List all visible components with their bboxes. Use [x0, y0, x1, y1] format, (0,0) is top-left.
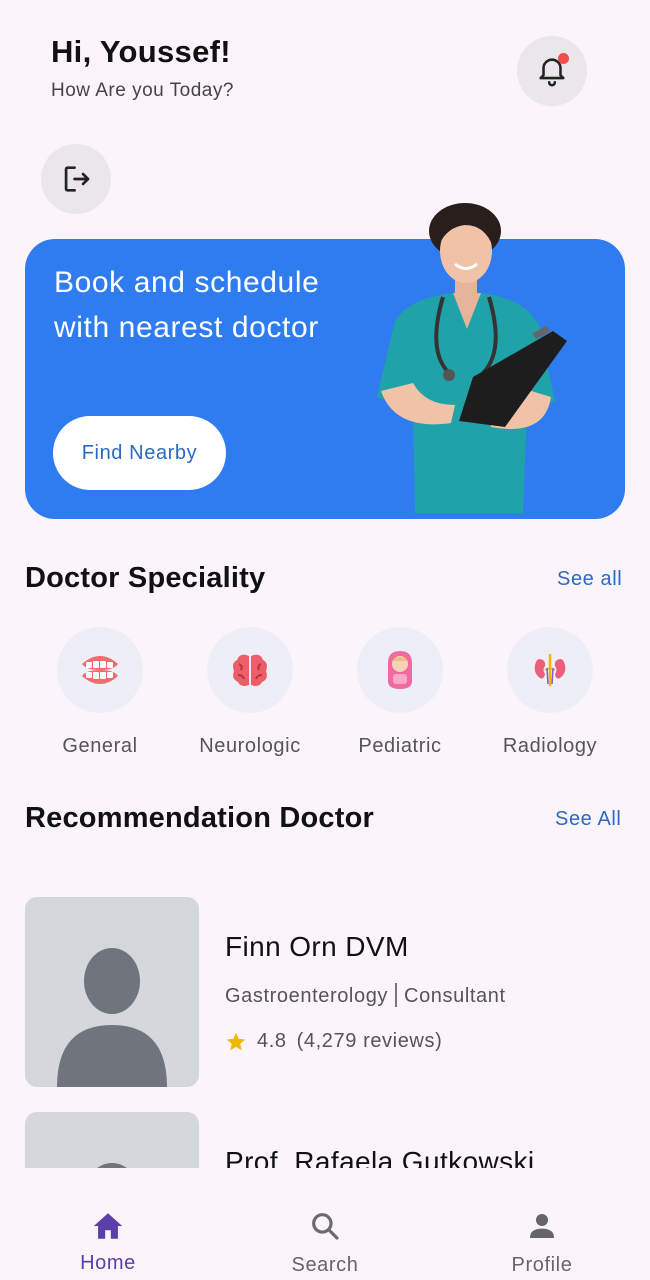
baby-icon — [388, 651, 412, 689]
person-icon — [530, 1214, 554, 1238]
speciality-label: General — [62, 735, 138, 757]
bottom-navigation: Home Search Profile — [0, 1188, 650, 1280]
nav-label: Search — [291, 1254, 359, 1276]
notification-dot — [558, 53, 569, 64]
speciality-title: Doctor Speciality — [25, 562, 266, 594]
doctor-role: Consultant — [404, 985, 506, 1007]
home-icon — [93, 1213, 123, 1239]
recommendation-see-all-link[interactable]: See All — [555, 808, 621, 831]
doctor-name: Finn Orn DVM — [225, 931, 409, 962]
greeting-subtitle: How Are you Today? — [51, 80, 234, 101]
kidney-icon — [534, 654, 566, 686]
logout-icon — [64, 166, 90, 192]
star-icon — [226, 1032, 246, 1050]
doctor-meta: Gastroenterology Consultant — [225, 983, 506, 1008]
nav-label: Profile — [511, 1254, 573, 1276]
nav-item-home[interactable]: Home — [38, 1188, 178, 1275]
nav-item-search[interactable]: Search — [255, 1188, 395, 1277]
doctor-rating: 4.8 (4,279 reviews) — [225, 1030, 442, 1053]
doctor-name: Prof. Rafaela Gutkowski — [225, 1146, 535, 1168]
recommendation-title: Recommendation Doctor — [25, 802, 375, 834]
speciality-label: Neurologic — [199, 735, 301, 757]
person-placeholder-icon — [57, 948, 167, 1087]
speciality-item-radiology[interactable]: Radiology — [475, 627, 625, 758]
rating-value: 4.8 — [257, 1030, 287, 1052]
person-placeholder-icon — [97, 1163, 127, 1168]
rating-reviews: (4,279 reviews) — [296, 1030, 443, 1052]
notification-button[interactable] — [517, 36, 587, 106]
speciality-label: Radiology — [502, 735, 598, 757]
speciality-item-pediatric[interactable]: Pediatric — [325, 627, 475, 758]
speciality-item-general[interactable]: General — [25, 627, 175, 758]
divider — [395, 983, 398, 1007]
teeth-icon — [82, 656, 118, 684]
avatar — [25, 897, 199, 1087]
avatar — [25, 1112, 199, 1168]
brain-icon — [233, 654, 267, 686]
greeting-title: Hi, Youssef! — [51, 34, 231, 69]
nav-label: Home — [80, 1252, 136, 1274]
doctor-specialty: Gastroenterology — [225, 985, 389, 1007]
find-nearby-button[interactable]: Find Nearby — [53, 416, 226, 490]
doctor-list: Finn Orn DVM Gastroenterology Consultant … — [0, 860, 650, 1168]
promo-banner: Book and schedule with nearest doctor Fi… — [25, 203, 625, 519]
search-icon — [312, 1213, 339, 1240]
nav-item-profile[interactable]: Profile — [472, 1188, 612, 1277]
banner-text: Book and schedule with nearest doctor — [54, 266, 320, 344]
speciality-label: Pediatric — [358, 735, 442, 757]
speciality-item-neurologic[interactable]: Neurologic — [175, 627, 325, 758]
logout-button[interactable] — [41, 144, 111, 214]
speciality-see-all-link[interactable]: See all — [557, 568, 622, 591]
nurse-illustration — [377, 203, 567, 513]
